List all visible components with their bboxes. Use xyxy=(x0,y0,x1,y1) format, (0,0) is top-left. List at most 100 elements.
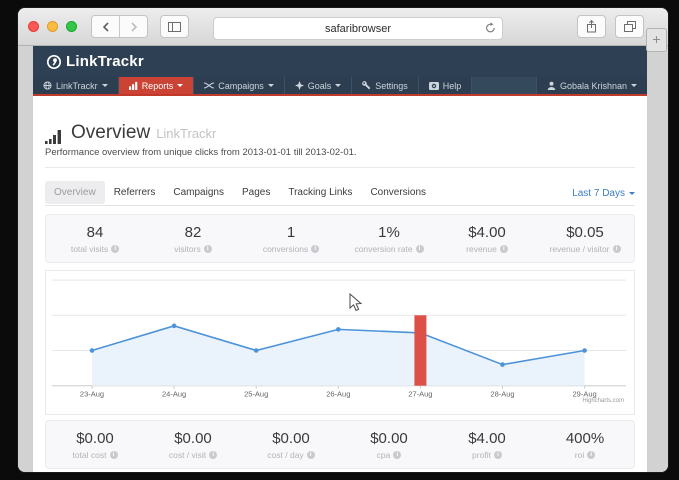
stat-cost-per-visit: $0.00cost / visit xyxy=(144,430,242,460)
report-tabs: Overview Referrers Campaigns Pages Track… xyxy=(45,181,635,206)
stat-revenue-per-visitor: $0.05 revenue / visitor xyxy=(536,224,634,254)
page-title-suffix: LinkTrackr xyxy=(156,126,216,141)
bar-chart-icon xyxy=(129,81,138,90)
stats-panel-bottom: $0.00total cost $0.00cost / visit $0.00c… xyxy=(45,420,635,469)
stat-visitors: 82 visitors xyxy=(144,224,242,254)
visits-chart[interactable]: 23-Aug24-Aug25-Aug26-Aug27-Aug28-Aug29-A… xyxy=(45,270,635,415)
back-button[interactable] xyxy=(92,16,119,37)
date-range-label: Last 7 Days xyxy=(572,188,625,199)
chart-canvas: 23-Aug24-Aug25-Aug26-Aug27-Aug28-Aug29-A… xyxy=(46,271,632,412)
tab-overview-button[interactable] xyxy=(615,15,644,38)
page-title: Overview xyxy=(71,122,150,144)
nav-item-reports[interactable]: Reports xyxy=(119,77,195,94)
user-icon xyxy=(547,81,556,90)
help-icon xyxy=(429,81,439,90)
stat-conversion-rate: 1% conversion rate xyxy=(340,224,438,254)
linktrackr-logo-icon xyxy=(46,54,62,70)
divider xyxy=(45,167,635,168)
tab-tracking-links[interactable]: Tracking Links xyxy=(279,181,361,204)
stat-value: $0.00 xyxy=(340,430,438,447)
chevron-down-icon xyxy=(631,84,637,87)
new-tab-button[interactable]: + xyxy=(646,28,667,52)
svg-text:26-Aug: 26-Aug xyxy=(326,390,350,399)
stat-label: total visits xyxy=(71,244,108,254)
forward-button[interactable] xyxy=(119,16,147,37)
share-button[interactable] xyxy=(577,15,606,38)
chevron-right-icon xyxy=(130,22,138,32)
svg-text:27-Aug: 27-Aug xyxy=(408,390,432,399)
nav-item-help[interactable]: Help xyxy=(419,77,473,94)
tab-referrers[interactable]: Referrers xyxy=(105,181,165,204)
tab-pages[interactable]: Pages xyxy=(233,181,279,204)
stat-label: cpa xyxy=(377,450,391,460)
nav-label: Help xyxy=(443,81,462,91)
browser-toolbar: safaribrowser + xyxy=(18,8,668,46)
reload-icon xyxy=(485,22,496,34)
stat-label: revenue xyxy=(466,244,497,254)
chevron-down-icon xyxy=(268,84,274,87)
stat-value: 84 xyxy=(46,224,144,241)
toolbar-right-buttons xyxy=(577,15,644,38)
chevron-down-icon xyxy=(335,84,341,87)
info-icon[interactable] xyxy=(494,451,502,459)
reload-button[interactable] xyxy=(485,22,496,34)
shuffle-icon xyxy=(204,81,214,90)
svg-text:28-Aug: 28-Aug xyxy=(490,390,514,399)
nav-item-settings[interactable]: Settings xyxy=(352,77,419,94)
globe-icon xyxy=(43,81,52,90)
url-text: safaribrowser xyxy=(325,23,391,35)
tabs-icon xyxy=(624,21,636,32)
stat-label: cost / visit xyxy=(169,450,206,460)
info-icon[interactable] xyxy=(311,245,319,253)
minimize-window-button[interactable] xyxy=(47,21,58,32)
linktrackr-site: LinkTrackr LinkTrackr Reports xyxy=(33,46,647,472)
stat-value: 82 xyxy=(144,224,242,241)
wrench-icon xyxy=(362,81,371,90)
site-logo[interactable]: LinkTrackr xyxy=(46,53,144,70)
date-range-dropdown[interactable]: Last 7 Days xyxy=(572,188,635,199)
info-icon[interactable] xyxy=(393,451,401,459)
svg-text:25-Aug: 25-Aug xyxy=(244,390,268,399)
tab-overview[interactable]: Overview xyxy=(45,181,105,204)
stat-conversions: 1conversions xyxy=(242,224,340,254)
stat-value: $4.00 xyxy=(438,224,536,241)
info-icon[interactable] xyxy=(204,245,212,253)
stat-total-cost: $0.00total cost xyxy=(46,430,144,460)
svg-text:23-Aug: 23-Aug xyxy=(80,390,104,399)
stat-label: revenue / visitor xyxy=(550,244,610,254)
stat-value: $0.05 xyxy=(536,224,634,241)
page-content: Overview LinkTrackr Performance overview… xyxy=(33,122,647,469)
info-icon[interactable] xyxy=(209,451,217,459)
nav-item-linktrackr[interactable]: LinkTrackr xyxy=(33,77,119,94)
info-icon[interactable] xyxy=(500,245,508,253)
info-icon[interactable] xyxy=(111,245,119,253)
nav-item-goals[interactable]: Goals xyxy=(285,77,353,94)
svg-text:24-Aug: 24-Aug xyxy=(162,390,186,399)
close-window-button[interactable] xyxy=(28,21,39,32)
stat-cost-per-day: $0.00cost / day xyxy=(242,430,340,460)
info-icon[interactable] xyxy=(613,245,621,253)
stat-label: profit xyxy=(472,450,491,460)
stat-label: conversion rate xyxy=(354,244,412,254)
tab-campaigns[interactable]: Campaigns xyxy=(164,181,233,204)
info-icon[interactable] xyxy=(110,451,118,459)
stats-panel-top: 84 total visits 82 visitors 1conversions 1… xyxy=(45,214,635,263)
screenshot-canvas: safaribrowser + L xyxy=(0,0,679,480)
nav-item-campaigns[interactable]: Campaigns xyxy=(194,77,285,94)
tab-conversions[interactable]: Conversions xyxy=(361,181,435,204)
zoom-window-button[interactable] xyxy=(66,21,77,32)
nav-label: Goals xyxy=(308,81,332,91)
info-icon[interactable] xyxy=(307,451,315,459)
main-nav: LinkTrackr Reports Campaigns xyxy=(33,77,647,96)
overview-chart-icon xyxy=(45,129,65,144)
info-icon[interactable] xyxy=(587,451,595,459)
chevron-down-icon xyxy=(102,84,108,87)
info-icon[interactable] xyxy=(416,245,424,253)
stat-value: 1% xyxy=(340,224,438,241)
user-menu[interactable]: Gobala Krishnan xyxy=(536,77,647,94)
sidebar-toggle-button[interactable] xyxy=(160,15,189,38)
user-name: Gobala Krishnan xyxy=(560,81,627,91)
address-bar[interactable]: safaribrowser xyxy=(213,17,503,40)
stat-label: conversions xyxy=(263,244,308,254)
stat-label: visitors xyxy=(174,244,200,254)
